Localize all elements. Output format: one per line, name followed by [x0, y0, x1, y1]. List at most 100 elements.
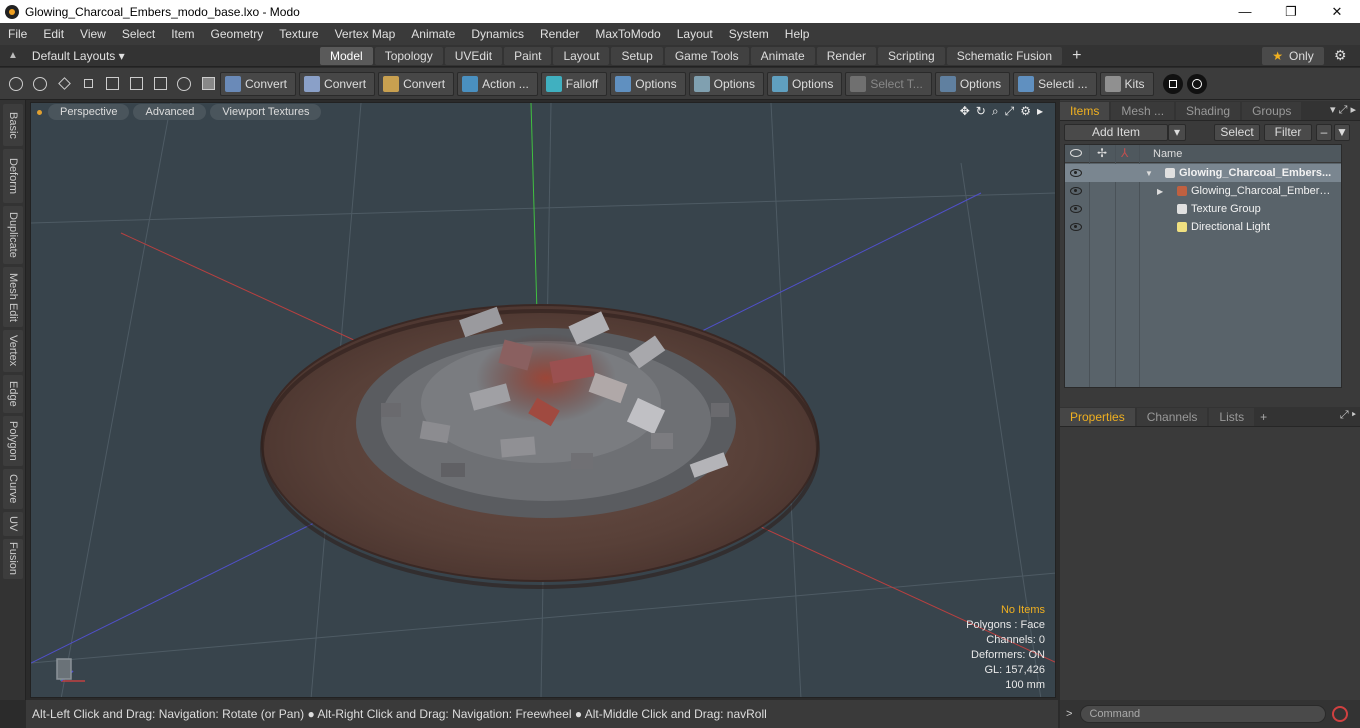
visibility-eye-icon[interactable] — [1070, 205, 1082, 213]
menu-geometry[interactable]: Geometry — [203, 27, 272, 41]
panel-options-icon[interactable]: ▾ ⤢ ▸ — [1330, 103, 1356, 117]
tab-properties[interactable]: Properties — [1060, 407, 1135, 426]
add-item-button[interactable]: Add Item — [1064, 123, 1168, 141]
toolbar-convert-button[interactable]: Convert — [220, 71, 297, 96]
funnel-icon[interactable]: ▼ — [1334, 123, 1350, 141]
menu-system[interactable]: System — [721, 27, 777, 41]
maximize-button[interactable]: ❐ — [1268, 0, 1314, 23]
viewport-perspective-button[interactable]: Perspective — [48, 104, 130, 120]
tab-setup[interactable]: Setup — [611, 46, 663, 65]
toolbar-selecti-button[interactable]: Selecti ... — [1013, 71, 1097, 96]
toolbar-options-button[interactable]: Options — [610, 71, 686, 96]
3d-viewport[interactable]: Perspective Advanced Viewport Textures ✥ ↻ ⌕… — [30, 102, 1056, 698]
menu-edit[interactable]: Edit — [35, 27, 72, 41]
tab-paint[interactable]: Paint — [504, 46, 552, 65]
left-tab-uv[interactable]: UV — [3, 512, 23, 536]
toolbar-kits-button[interactable]: Kits — [1099, 71, 1154, 96]
layouts-dropdown[interactable]: Default Layouts ▾ — [32, 49, 125, 63]
tab-lists[interactable]: Lists — [1209, 407, 1255, 426]
pen-icon[interactable] — [54, 74, 74, 94]
menu-view[interactable]: View — [72, 27, 114, 41]
edge-select-icon[interactable] — [102, 74, 122, 94]
menu-render[interactable]: Render — [532, 27, 587, 41]
tab-render[interactable]: Render — [816, 46, 877, 65]
tab-channels[interactable]: Channels — [1136, 407, 1208, 426]
toolbar-select-t-button[interactable]: Select T... — [845, 71, 932, 96]
menu-layout[interactable]: Layout — [669, 27, 721, 41]
add-props-tab-button[interactable]: + — [1260, 410, 1267, 424]
menu-select[interactable]: Select — [114, 27, 163, 41]
tab-animate[interactable]: Animate — [750, 46, 815, 65]
item-row[interactable]: ▶ Glowing_Charcoal_Embers_ ... — [1065, 182, 1341, 200]
viewport-advanced-button[interactable]: Advanced — [133, 104, 207, 120]
command-input[interactable]: Command — [1080, 705, 1327, 723]
lock-header-icon[interactable]: ✢ — [1097, 146, 1107, 160]
visibility-header-eye-icon[interactable] — [1070, 149, 1082, 157]
menu-vertex-map[interactable]: Vertex Map — [327, 27, 404, 41]
unity-icon[interactable] — [1162, 73, 1183, 94]
left-tab-mesh-edit[interactable]: Mesh Edit — [3, 267, 23, 327]
tab-schematic-fusion[interactable]: Schematic Fusion — [946, 46, 1063, 65]
layouts-selector[interactable]: ▲ Default Layouts ▾ — [0, 49, 320, 63]
toolbar-convert-button[interactable]: Convert — [378, 71, 455, 96]
toolbar-options-button[interactable]: Options — [934, 71, 1011, 96]
props-panel-options-icon[interactable]: ⤢ ▸ — [1340, 409, 1356, 422]
select-button[interactable]: Select — [1214, 123, 1260, 141]
expand-arrow-icon[interactable]: ▶ — [1157, 187, 1163, 196]
tab-shading[interactable]: Shading — [1176, 101, 1241, 120]
left-tab-fusion[interactable]: Fusion — [3, 539, 23, 579]
menu-dynamics[interactable]: Dynamics — [463, 27, 532, 41]
tab-items[interactable]: Items — [1060, 101, 1110, 120]
zoom-view-icon[interactable]: ⌕ — [992, 104, 999, 119]
tab-scripting[interactable]: Scripting — [878, 46, 945, 65]
visibility-eye-icon[interactable] — [1070, 169, 1082, 177]
left-tab-duplicate[interactable]: Duplicate — [3, 206, 23, 264]
polygon-select-icon[interactable] — [126, 74, 146, 94]
minimize-button[interactable]: — — [1222, 0, 1268, 23]
tab-game-tools[interactable]: Game Tools — [664, 46, 749, 65]
filter-button[interactable]: Filter — [1264, 123, 1312, 141]
toolbar-options-button[interactable]: Options — [688, 71, 764, 96]
visibility-eye-icon[interactable] — [1070, 223, 1082, 231]
menu-texture[interactable]: Texture — [271, 27, 326, 41]
tab-groups[interactable]: Groups — [1242, 101, 1302, 120]
collapse-icon[interactable]: – — [1316, 123, 1332, 141]
maximize-view-icon[interactable]: ⤢ — [1005, 104, 1015, 119]
menu-maxtomodo[interactable]: MaxToModo — [587, 27, 668, 41]
tab-model[interactable]: Model — [320, 46, 373, 65]
left-tab-edge[interactable]: Edge — [3, 375, 23, 413]
viewport-viewport-textures-button[interactable]: Viewport Textures — [210, 104, 322, 120]
visibility-eye-icon[interactable] — [1070, 187, 1082, 195]
toolbar-convert-button[interactable]: Convert — [299, 71, 376, 96]
menu-animate[interactable]: Animate — [403, 27, 463, 41]
only-toggle-button[interactable]: ★ Only — [1262, 47, 1324, 65]
collapse-up-icon[interactable]: ▲ — [8, 50, 18, 61]
item-row[interactable]: Texture Group — [1065, 200, 1341, 218]
toolbar-action-button[interactable]: Action ... — [457, 71, 538, 96]
viewport-menu-dot-icon[interactable] — [37, 109, 42, 115]
item-row[interactable]: Directional Light — [1065, 218, 1341, 236]
item-select-icon[interactable] — [150, 74, 170, 94]
brush-icon[interactable] — [78, 74, 98, 94]
menu-item[interactable]: Item — [163, 27, 202, 41]
left-tab-vertex[interactable]: Vertex — [3, 330, 23, 372]
menu-file[interactable]: File — [0, 27, 35, 41]
tab-mesh[interactable]: Mesh ... — [1111, 101, 1175, 120]
left-tab-curve[interactable]: Curve — [3, 469, 23, 509]
left-tab-deform[interactable]: Deform — [3, 149, 23, 203]
viewport-more-icon[interactable]: ▸ — [1037, 104, 1043, 119]
layout-settings-gear-icon[interactable]: ⚙ — [1334, 47, 1347, 64]
move-view-icon[interactable]: ✥ — [960, 104, 970, 119]
command-record-icon[interactable] — [1332, 706, 1349, 722]
tab-topology[interactable]: Topology — [374, 46, 443, 65]
menu-help[interactable]: Help — [777, 27, 818, 41]
tab-layout[interactable]: Layout — [553, 46, 610, 65]
tab-uvedit[interactable]: UVEdit — [444, 46, 503, 65]
vertex-select-icon[interactable] — [6, 74, 26, 94]
material-select-icon[interactable] — [174, 74, 194, 94]
toolbar-options-button[interactable]: Options — [766, 71, 843, 96]
shield-icon[interactable] — [198, 74, 218, 94]
left-tab-polygon[interactable]: Polygon — [3, 416, 23, 466]
close-button[interactable]: ✕ — [1314, 0, 1360, 23]
item-row[interactable]: ▼ Glowing_Charcoal_Embers... — [1065, 164, 1341, 182]
